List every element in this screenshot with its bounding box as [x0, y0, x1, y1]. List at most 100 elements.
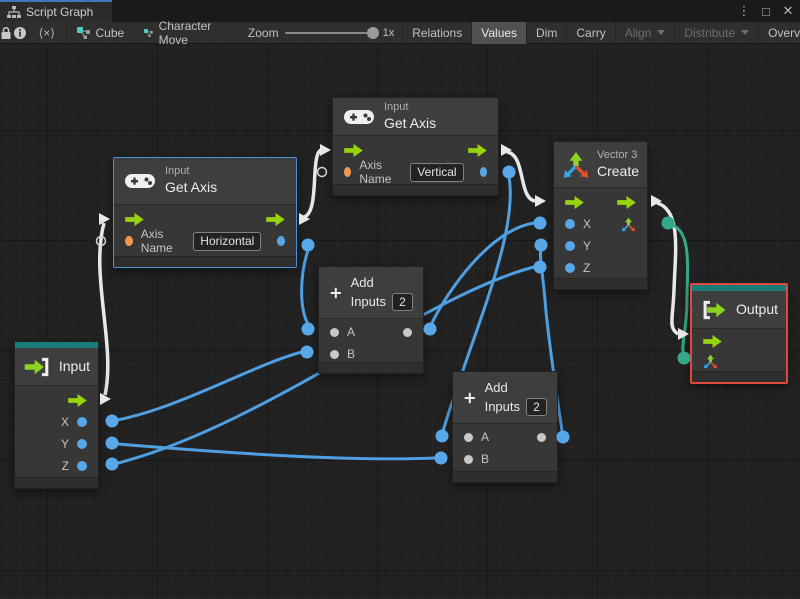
control-out-arrow-icon[interactable] [617, 195, 636, 209]
control-in-arrow-icon[interactable] [703, 334, 722, 348]
port-x[interactable] [77, 417, 87, 427]
tab-script-graph[interactable]: Script Graph [0, 0, 112, 22]
node-subtitle: Input [384, 100, 409, 113]
zoom-slider[interactable] [284, 26, 379, 39]
tab-bar: Script Graph ⋮ □ ✕ [0, 0, 800, 22]
sum-port[interactable] [537, 432, 546, 442]
port-label-b: B [481, 452, 490, 466]
control-in-arrow-icon[interactable] [125, 212, 144, 226]
vector3-mini-icon[interactable] [621, 217, 636, 232]
dim-button[interactable]: Dim [526, 21, 566, 44]
gamepad-icon [344, 109, 374, 124]
graph-toolbar: ⟨×⟩ Cube Character Move Zoom 1x Relation… [0, 18, 800, 47]
lock-button[interactable] [0, 21, 13, 44]
carry-button[interactable]: Carry [566, 21, 614, 44]
node-resize-strip[interactable] [114, 256, 296, 267]
port-b[interactable] [464, 454, 473, 464]
node-get-axis-vertical[interactable]: Input Get Axis Axis Name Vertical [332, 97, 499, 196]
port-label-a: A [347, 325, 356, 339]
result-port[interactable] [277, 236, 285, 246]
port-label-y: Y [583, 239, 592, 253]
axis-name-port[interactable] [125, 236, 133, 246]
breadcrumb-label: Cube [95, 25, 125, 40]
node-input[interactable]: Input X Y Z [14, 341, 99, 489]
maximize-icon[interactable]: □ [758, 4, 774, 19]
node-title: Get Axis [384, 114, 437, 131]
inputs-label: Inputs [484, 398, 520, 414]
param-label: Axis Name [359, 158, 392, 186]
plus-icon [464, 392, 475, 403]
info-icon [14, 26, 26, 39]
node-vector3-create[interactable]: Vector 3 Create X Y Z [553, 141, 648, 290]
breadcrumb-cube[interactable]: Cube [67, 22, 135, 44]
zoom-slider-handle[interactable] [366, 26, 379, 39]
input-icon [24, 357, 49, 376]
port-label-b: B [347, 347, 356, 361]
inputs-count-input[interactable]: 2 [392, 292, 413, 311]
align-dropdown[interactable]: Align [614, 21, 675, 44]
plus-icon [330, 287, 341, 298]
tab-title: Script Graph [26, 5, 94, 19]
node-resize-strip[interactable] [333, 184, 498, 195]
node-resize-strip[interactable] [692, 371, 786, 382]
node-add-2[interactable]: Add Inputs 2 A B [452, 371, 558, 483]
port-y[interactable] [77, 439, 87, 449]
axis-name-port[interactable] [344, 167, 352, 177]
port-label-x: X [60, 415, 69, 429]
axis-name-input[interactable]: Vertical [410, 162, 464, 182]
control-out-arrow-icon[interactable] [266, 212, 285, 226]
overview-button[interactable]: Overview [758, 21, 800, 44]
dropdown-caret-icon [657, 30, 666, 35]
port-a[interactable] [464, 432, 473, 442]
port-label-y: Y [60, 437, 69, 451]
port-label-z: Z [583, 261, 591, 275]
close-icon[interactable]: ✕ [780, 3, 796, 19]
control-in-arrow-icon[interactable] [565, 195, 584, 209]
control-out-arrow-icon[interactable] [68, 393, 87, 407]
info-button[interactable] [13, 21, 28, 44]
axis-name-input[interactable]: Horizontal [193, 231, 262, 251]
control-out-arrow-icon[interactable] [468, 143, 487, 157]
result-port[interactable] [479, 167, 487, 177]
node-get-axis-horizontal[interactable]: Input Get Axis Axis Name Horizontal [113, 157, 297, 268]
zoom-label: Zoom [247, 25, 279, 40]
inputs-count-input[interactable]: 2 [526, 397, 547, 416]
port-y[interactable] [565, 241, 575, 251]
node-title: Output [735, 300, 778, 317]
node-resize-strip[interactable] [15, 477, 98, 488]
port-label-a: A [481, 430, 490, 444]
port-label-z: Z [61, 459, 69, 473]
node-subtitle: Input [165, 165, 190, 178]
node-title: Add [350, 275, 374, 291]
node-resize-strip[interactable] [453, 471, 557, 482]
port-a[interactable] [330, 327, 339, 337]
kebab-menu-icon[interactable]: ⋮ [736, 3, 752, 19]
breadcrumb-character-move[interactable]: Character Move [134, 18, 226, 47]
port-z[interactable] [565, 263, 575, 273]
output-icon [703, 300, 726, 319]
node-resize-strip[interactable] [554, 278, 647, 289]
node-title: Input [58, 357, 90, 374]
distribute-dropdown[interactable]: Distribute [674, 21, 758, 44]
breadcrumb-label: Character Move [158, 18, 212, 47]
code-view-button[interactable]: ⟨×⟩ [28, 21, 67, 44]
port-x[interactable] [565, 219, 575, 229]
graph-icon [76, 26, 90, 39]
vector3-mini-icon[interactable] [703, 354, 718, 369]
node-title: Add [484, 380, 508, 396]
node-resize-strip[interactable] [319, 362, 423, 373]
node-add-1[interactable]: Add Inputs 2 A B [318, 266, 424, 374]
param-label: Axis Name [140, 227, 173, 255]
lock-icon [1, 26, 11, 39]
values-button[interactable]: Values [471, 21, 527, 44]
node-output[interactable]: Output [690, 283, 788, 384]
unity-script-graph-window: Script Graph ⋮ □ ✕ ⟨×⟩ Cube Character Mo… [0, 0, 800, 599]
port-z[interactable] [77, 461, 87, 471]
port-b[interactable] [330, 349, 339, 359]
graph-tab-icon [7, 6, 21, 18]
sum-port[interactable] [403, 327, 412, 337]
relations-button[interactable]: Relations [402, 21, 471, 44]
code-icon: ⟨×⟩ [38, 25, 55, 40]
node-title: Create [596, 162, 639, 179]
control-in-arrow-icon[interactable] [344, 143, 363, 157]
